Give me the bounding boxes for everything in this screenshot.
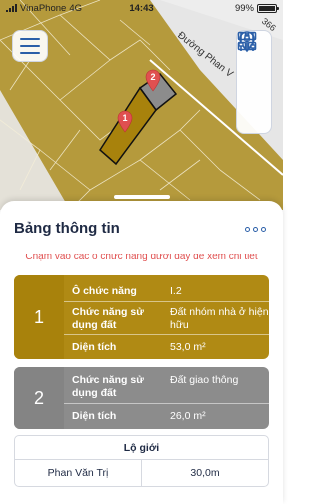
parcel-card-2[interactable]: 2 Chức năng sử dụng đất Đất giao thông D…	[14, 367, 269, 429]
area-label: Diện tích	[72, 410, 117, 422]
signal-icon	[6, 4, 17, 12]
svg-text:1: 1	[122, 113, 127, 123]
network-type: 4G	[69, 2, 82, 14]
lo-gioi-table: Lộ giới Phan Văn Trị 30,0m	[14, 435, 269, 487]
hint-text: Chạm vào các ô chức năng dưới đây để xem…	[25, 254, 258, 262]
map-view[interactable]: Đường Phan V 366 2 1	[0, 0, 283, 210]
area-value: 53,0 m²	[170, 341, 206, 353]
area-value: 26,0 m²	[170, 410, 206, 422]
sheet-title: Bảng thông tin	[14, 220, 120, 237]
map-marker-2[interactable]: 2	[144, 68, 162, 92]
lo-gioi-street: Phan Văn Trị	[15, 460, 142, 486]
filter-button[interactable]	[236, 33, 272, 133]
table-row: Phan Văn Trị 30,0m	[15, 460, 268, 486]
lo-gioi-width: 30,0m	[190, 467, 220, 479]
function-label: Ô chức năng	[72, 285, 137, 297]
area-label: Diện tích	[72, 341, 117, 353]
parcel-card-1[interactable]: 1 Ô chức năng I.2 Chức năng sử dụng đất …	[14, 275, 269, 359]
locate-button[interactable]	[236, 31, 272, 99]
map-tools-panel	[236, 30, 272, 134]
card-number: 1	[33, 306, 44, 327]
battery-icon	[257, 3, 279, 13]
menu-button[interactable]	[12, 30, 48, 62]
lo-gioi-title: Lộ giới	[15, 436, 268, 460]
menu-icon	[20, 38, 40, 40]
usage-label: Chức năng sử dụng đất	[72, 374, 144, 399]
sheet-handle[interactable]	[114, 195, 170, 199]
usage-value: Đất giao thông	[170, 374, 239, 386]
info-sheet: Bảng thông tin Chạm vào các ô chức năng …	[0, 195, 283, 504]
status-bar: VinaPhone 4G 14:43 99%	[0, 0, 283, 16]
sliders-icon	[238, 33, 256, 51]
more-icon[interactable]	[245, 227, 266, 232]
battery-percent: 99%	[234, 2, 254, 14]
usage-value: Đất nhóm nhà ở hiện hữu	[170, 306, 269, 331]
svg-text:2: 2	[150, 72, 155, 82]
usage-label: Chức năng sử dụng đất	[72, 306, 144, 331]
function-value: I.2	[170, 285, 182, 297]
carrier-name: VinaPhone	[20, 2, 67, 14]
map-marker-1[interactable]: 1	[116, 109, 134, 133]
card-number: 2	[33, 387, 44, 408]
